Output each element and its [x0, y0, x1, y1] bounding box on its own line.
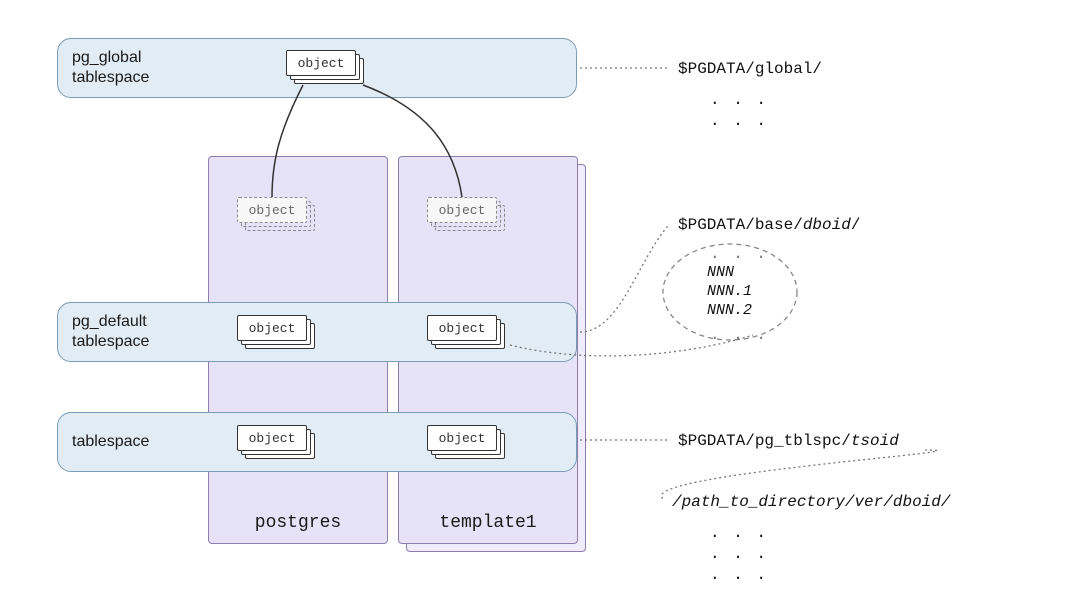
object-item: object — [427, 315, 497, 341]
path-tblspc-prefix: $PGDATA/pg_tblspc/ — [678, 432, 851, 450]
path-symlink-dboid: dboid — [893, 493, 941, 511]
path-symlink-slash2: / — [845, 493, 855, 511]
path-base-trail: / — [851, 216, 861, 234]
nnn-filenames: NNN NNN.1 NNN.2 — [707, 264, 752, 320]
ellipsis: . . . — [710, 112, 768, 130]
path-global-prefix: $PGDATA/global/ — [678, 60, 822, 78]
path-symlink-slash1: / — [672, 493, 682, 511]
path-base: $PGDATA/base/dboid/ — [678, 216, 860, 234]
object-item-dashed: object — [237, 197, 307, 223]
template1-db-label: template1 — [399, 513, 577, 533]
pg-global-tablespace-label: pg_global tablespace — [58, 48, 149, 88]
path-base-dboid: dboid — [803, 216, 851, 234]
ellipsis: . . . — [710, 91, 768, 109]
object-item: object — [286, 50, 356, 76]
object-item-dashed: object — [427, 197, 497, 223]
object-item: object — [427, 425, 497, 451]
path-global: $PGDATA/global/ — [678, 60, 822, 78]
ellipsis: . . . — [710, 545, 768, 563]
path-tblspc-tsoid: tsoid — [851, 432, 899, 450]
path-symlink-slash3: / — [883, 493, 893, 511]
ellipsis: . . . — [710, 326, 768, 344]
postgres-db-label: postgres — [209, 513, 387, 533]
path-symlink: /path_to_directory/ver/dboid/ — [672, 493, 951, 511]
nnn-line-1: NNN.1 — [707, 283, 752, 302]
ellipsis: . . . — [710, 566, 768, 584]
diagram-stage: postgres template1 pg_global tablespace … — [0, 0, 1080, 595]
path-symlink-ver: ver — [854, 493, 883, 511]
user-tablespace-label: tablespace — [58, 432, 149, 452]
object-item: object — [237, 425, 307, 451]
path-base-prefix: $PGDATA/base/ — [678, 216, 803, 234]
pg-default-tablespace-label: pg_default tablespace — [58, 312, 149, 352]
nnn-line-0: NNN — [707, 264, 752, 283]
nnn-line-2: NNN.2 — [707, 302, 752, 321]
path-tblspc: $PGDATA/pg_tblspc/tsoid — [678, 432, 899, 450]
ellipsis: . . . — [710, 245, 768, 263]
path-symlink-trail: / — [941, 493, 951, 511]
path-symlink-pathdir: path_to_directory — [682, 493, 845, 511]
ellipsis: . . . — [710, 524, 768, 542]
object-item: object — [237, 315, 307, 341]
